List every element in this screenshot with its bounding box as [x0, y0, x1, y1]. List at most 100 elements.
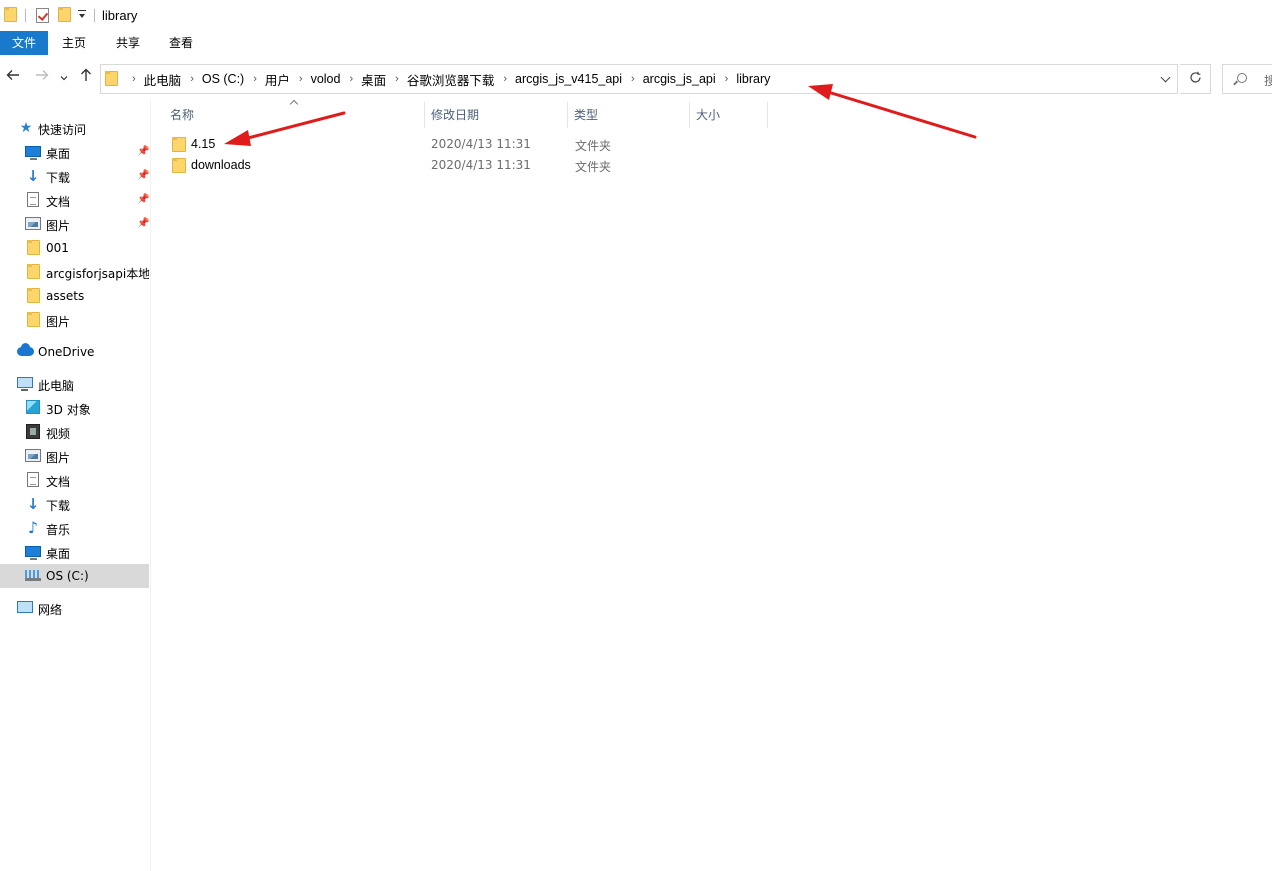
file-type: 文件夹: [575, 160, 612, 174]
breadcrumb-this-pc[interactable]: 此电脑: [144, 70, 182, 89]
sidebar-item-pc-documents[interactable]: 文档: [0, 468, 149, 492]
breadcrumb-volod[interactable]: volod: [311, 72, 341, 86]
address-bar[interactable]: › 此电脑 › OS (C:) › 用户 › volod › 桌面 › 谷歌浏览…: [100, 64, 1178, 94]
computer-icon: [17, 377, 33, 391]
folder-icon: [27, 264, 40, 279]
breadcrumb-arcgis-js-api[interactable]: arcgis_js_api: [643, 72, 716, 86]
download-icon: ↓: [26, 167, 40, 185]
chevron-right-icon[interactable]: ›: [631, 73, 635, 85]
recent-locations-button[interactable]: [58, 67, 70, 87]
divider: [94, 9, 95, 22]
pin-icon[interactable]: 📌: [137, 194, 149, 206]
sidebar-item-pc-downloads[interactable]: ↓ 下载: [0, 492, 149, 516]
chevron-right-icon[interactable]: ›: [299, 73, 303, 85]
folder-icon: [27, 312, 40, 327]
document-icon: [27, 192, 39, 207]
desktop-icon: [25, 146, 41, 160]
pin-icon[interactable]: 📌: [137, 218, 149, 230]
pin-icon[interactable]: 📌: [137, 170, 149, 182]
sidebar-item-pc-pictures[interactable]: 图片: [0, 444, 149, 468]
column-divider[interactable]: [767, 102, 768, 128]
quick-access-dropdown-icon[interactable]: [78, 10, 87, 20]
breadcrumb: › 此电脑 › OS (C:) › 用户 › volod › 桌面 › 谷歌浏览…: [123, 65, 770, 93]
sidebar-item-pictures[interactable]: 图片 📌: [0, 212, 149, 236]
table-row[interactable]: downloads 2020/4/13 11:31 文件夹: [168, 155, 768, 176]
cube-icon: [26, 400, 40, 414]
sidebar-item-3d-objects[interactable]: 3D 对象: [0, 396, 149, 420]
tab-file[interactable]: 文件: [0, 31, 48, 55]
document-icon: [27, 472, 39, 487]
video-icon: [26, 424, 40, 439]
chevron-right-icon[interactable]: ›: [725, 73, 729, 85]
sidebar-item-music[interactable]: ♪ 音乐: [0, 516, 149, 540]
column-header-size[interactable]: 大小: [690, 104, 767, 128]
sidebar-item-label: arcgisforjsapi本地: [46, 267, 149, 281]
sidebar-item-network[interactable]: 网络: [0, 596, 149, 620]
new-folder-icon[interactable]: [58, 7, 71, 22]
sidebar-item-documents[interactable]: 文档 📌: [0, 188, 149, 212]
sidebar-item-label: 3D 对象: [46, 403, 91, 417]
refresh-icon: [1189, 71, 1201, 83]
tab-home[interactable]: 主页: [50, 31, 98, 55]
sidebar-item-label: OneDrive: [38, 345, 95, 359]
sidebar-item-os-c[interactable]: OS (C:): [0, 564, 149, 588]
chevron-right-icon[interactable]: ›: [503, 73, 507, 85]
sidebar-item-quick-access[interactable]: ★ 快速访问: [0, 116, 149, 140]
sidebar-item-label: 下载: [46, 499, 71, 513]
search-input[interactable]: 搜: [1222, 64, 1272, 94]
back-button[interactable]: [4, 67, 22, 87]
column-header-name[interactable]: 名称: [164, 104, 426, 128]
column-header-type[interactable]: 类型: [568, 104, 688, 128]
breadcrumb-library[interactable]: library: [736, 72, 770, 86]
table-row[interactable]: 4.15 2020/4/13 11:31 文件夹: [168, 134, 768, 155]
forward-button[interactable]: [33, 67, 51, 87]
sidebar-item-label: 文档: [46, 475, 71, 489]
address-history-dropdown-icon[interactable]: [1161, 74, 1171, 84]
search-icon: [1237, 73, 1247, 83]
chevron-right-icon[interactable]: ›: [190, 73, 194, 85]
breadcrumb-users[interactable]: 用户: [265, 70, 290, 89]
breadcrumb-os-c[interactable]: OS (C:): [202, 72, 244, 86]
breadcrumb-chrome-downloads[interactable]: 谷歌浏览器下载: [407, 70, 495, 89]
chevron-right-icon[interactable]: ›: [132, 73, 136, 85]
properties-icon[interactable]: [36, 8, 49, 23]
arrow-left-icon: [6, 70, 19, 80]
desktop-icon: [25, 546, 41, 560]
up-button[interactable]: [77, 67, 95, 87]
sidebar-item-arcgisforjsapi[interactable]: arcgisforjsapi本地: [0, 260, 149, 284]
chevron-right-icon[interactable]: ›: [395, 73, 399, 85]
sidebar-item-onedrive[interactable]: OneDrive: [0, 340, 149, 364]
folder-icon: [105, 71, 118, 86]
column-header-date[interactable]: 修改日期: [425, 104, 568, 128]
tab-view[interactable]: 查看: [157, 31, 205, 55]
tab-share[interactable]: 共享: [104, 31, 152, 55]
folder-icon: [27, 240, 40, 255]
chevron-right-icon[interactable]: ›: [349, 73, 353, 85]
sidebar-item-this-pc[interactable]: 此电脑: [0, 372, 149, 396]
sidebar-item-label: 图片: [46, 219, 71, 233]
sidebar-item-videos[interactable]: 视频: [0, 420, 149, 444]
sidebar-item-downloads[interactable]: ↓ 下载 📌: [0, 164, 149, 188]
breadcrumb-desktop[interactable]: 桌面: [361, 70, 386, 89]
sidebar-item-001[interactable]: 001: [0, 236, 149, 260]
sidebar-item-pictures-folder[interactable]: 图片: [0, 308, 149, 332]
sidebar-item-assets[interactable]: assets: [0, 284, 149, 308]
download-icon: ↓: [26, 495, 40, 513]
sidebar-item-pc-desktop[interactable]: 桌面: [0, 540, 149, 564]
chevron-right-icon[interactable]: ›: [253, 73, 257, 85]
drive-icon: [25, 570, 41, 581]
sidebar-item-label: 视频: [46, 427, 71, 441]
file-date: 2020/4/13 11:31: [431, 137, 531, 151]
file-list: 名称 修改日期 类型 大小 4.15 2020/4/13 11:31 文件夹 d…: [152, 100, 1272, 871]
pin-icon[interactable]: 📌: [137, 146, 149, 158]
refresh-button[interactable]: [1180, 64, 1211, 94]
arrow-right-icon: [36, 70, 49, 80]
window-title: library: [102, 8, 138, 23]
folder-icon: [4, 7, 17, 22]
sidebar-item-label: assets: [46, 289, 85, 303]
sidebar-item-label: 快速访问: [38, 123, 87, 137]
folder-icon: [172, 158, 186, 173]
file-name: downloads: [191, 158, 251, 172]
breadcrumb-arcgis-js-v415-api[interactable]: arcgis_js_v415_api: [515, 72, 622, 86]
sidebar-item-desktop[interactable]: 桌面 📌: [0, 140, 149, 164]
